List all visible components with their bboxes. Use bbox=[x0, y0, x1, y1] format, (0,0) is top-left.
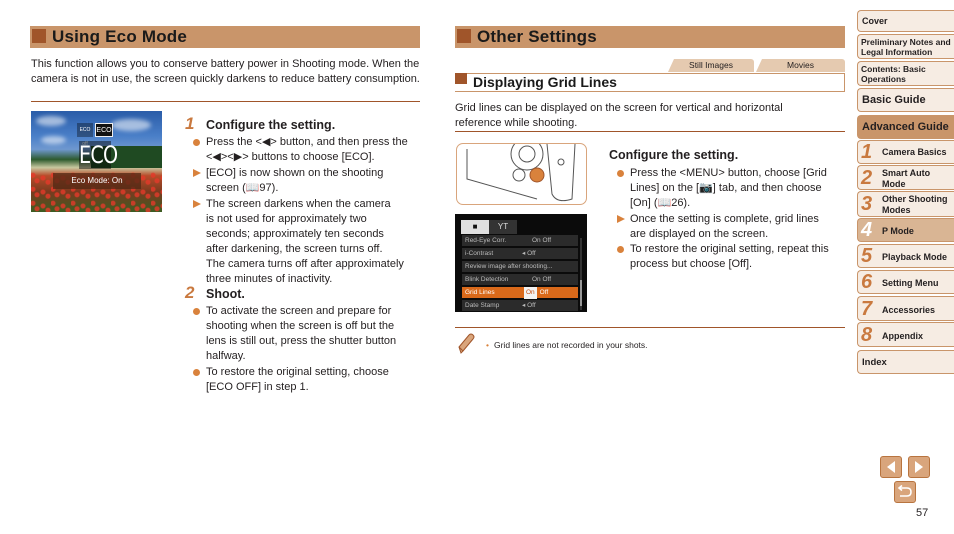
menu-tabs: ■ YT bbox=[461, 220, 517, 234]
divider bbox=[455, 327, 845, 328]
sidebar-item-contents[interactable]: Contents: Basic Operations bbox=[857, 61, 954, 86]
sidebar-chapter-3[interactable]: 3 Other Shooting Modes bbox=[857, 191, 954, 217]
subsection-header: Displaying Grid Lines bbox=[455, 73, 845, 92]
step-bullet: To restore the original setting, repeat … bbox=[617, 242, 847, 272]
eco-caption: Eco Mode: On bbox=[53, 173, 141, 189]
result-arrow-icon bbox=[617, 215, 625, 223]
sidebar-item-index[interactable]: Index bbox=[857, 350, 954, 374]
step-result: Once the setting is complete, grid lines… bbox=[617, 212, 847, 242]
camera-back-illustration bbox=[456, 143, 587, 205]
menu-row-selected: Grid Lines On Off bbox=[462, 287, 578, 299]
bullet-dot-icon bbox=[617, 170, 624, 177]
bullet-dot-icon bbox=[193, 139, 200, 146]
page-number: 57 bbox=[916, 507, 929, 519]
eco-off-icon: ECO off bbox=[77, 123, 93, 147]
prev-page-icon bbox=[887, 461, 895, 473]
menu-scrollbar bbox=[580, 238, 582, 310]
step-result: The screen darkens when the camera is no… bbox=[193, 197, 428, 287]
section-title: Other Settings bbox=[477, 27, 597, 46]
return-icon bbox=[897, 485, 912, 497]
eco-mode-screen-image: ECO off ECO ECO Eco Mode: On bbox=[31, 111, 162, 212]
sidebar-chapter-1[interactable]: 1 Camera Basics bbox=[857, 140, 954, 164]
sidebar-chapter-4[interactable]: 4 P Mode bbox=[857, 218, 954, 242]
intro-text: Grid lines can be displayed on the scree… bbox=[455, 102, 783, 129]
setup-tab-icon: YT bbox=[489, 220, 517, 234]
sidebar-chapter-5[interactable]: 5 Playback Mode bbox=[857, 244, 954, 268]
eco-option-icons: ECO off ECO bbox=[77, 123, 113, 147]
camera-tab-icon: ■ bbox=[461, 220, 489, 234]
tab-still-images[interactable]: Still Images bbox=[668, 59, 754, 72]
bullet-dot-icon bbox=[617, 246, 624, 253]
next-page-icon bbox=[915, 461, 923, 473]
sidebar-chapter-6[interactable]: 6 Setting Menu bbox=[857, 270, 954, 294]
result-arrow-icon bbox=[193, 200, 201, 208]
sidebar-item-basic-guide[interactable]: Basic Guide bbox=[857, 88, 954, 112]
menu-row: i-Contrast ◂ Off bbox=[462, 248, 578, 260]
divider bbox=[455, 131, 845, 132]
step-number: 2 bbox=[185, 283, 195, 302]
intro-text: This function allows you to conserve bat… bbox=[31, 58, 420, 85]
section-marker-icon bbox=[457, 29, 471, 43]
menu-row: Date Stamp ◂ Off bbox=[462, 300, 578, 312]
step-title: Configure the setting. bbox=[206, 118, 336, 132]
tab-movies[interactable]: Movies bbox=[756, 59, 845, 72]
return-button[interactable] bbox=[894, 481, 916, 503]
step-bullet: Press the <◀> button, and then press the… bbox=[193, 135, 428, 165]
next-page-button[interactable] bbox=[908, 456, 930, 478]
step-title: Shoot. bbox=[206, 287, 245, 301]
step-bullet: To activate the screen and prepare for s… bbox=[193, 304, 428, 364]
bullet-dot-icon bbox=[193, 369, 200, 376]
section-marker-icon bbox=[32, 29, 46, 43]
sidebar-item-cover[interactable]: Cover bbox=[857, 10, 954, 32]
subsection-title: Displaying Grid Lines bbox=[473, 74, 617, 90]
menu-row: Red-Eye Corr. On Off bbox=[462, 235, 578, 247]
note-text: • Grid lines are not recorded in your sho… bbox=[486, 340, 648, 350]
prev-page-button[interactable] bbox=[880, 456, 902, 478]
sidebar-item-preliminary-notes[interactable]: Preliminary Notes and Legal Information bbox=[857, 34, 954, 59]
bullet-dot-icon bbox=[193, 308, 200, 315]
menu-row: Blink Detection On Off bbox=[462, 274, 578, 286]
step-result: [ECO] is now shown on the shooting scree… bbox=[193, 166, 428, 196]
sidebar-chapter-2[interactable]: 2 Smart Auto Mode bbox=[857, 165, 954, 190]
result-arrow-icon bbox=[193, 169, 201, 177]
camera-body-drawing bbox=[466, 144, 576, 202]
sidebar-chapter-8[interactable]: 8 Appendix bbox=[857, 322, 954, 347]
section-header-other-settings: Other Settings bbox=[455, 26, 845, 48]
step-number: 1 bbox=[185, 114, 195, 133]
eco-on-icon: ECO bbox=[95, 123, 113, 137]
step-title: Configure the setting. bbox=[609, 148, 739, 162]
section-header-eco-mode: Using Eco Mode bbox=[30, 26, 420, 48]
pencil-note-icon bbox=[458, 333, 475, 354]
step-bullet: Press the <MENU> button, choose [Grid Li… bbox=[617, 166, 847, 211]
section-title: Using Eco Mode bbox=[52, 27, 188, 46]
step-bullet: To restore the original setting, choose … bbox=[193, 365, 428, 395]
sidebar-item-advanced-guide[interactable]: Advanced Guide bbox=[857, 115, 954, 139]
subsection-marker-icon bbox=[455, 73, 467, 84]
divider bbox=[31, 101, 420, 102]
menu-row: Review image after shooting... bbox=[462, 261, 578, 273]
eco-big-label: ECO bbox=[79, 141, 118, 169]
menu-screen-image: ■ YT Red-Eye Corr. On Off i-Contrast ◂ O… bbox=[455, 214, 587, 312]
sidebar-chapter-7[interactable]: 7 Accessories bbox=[857, 296, 954, 321]
